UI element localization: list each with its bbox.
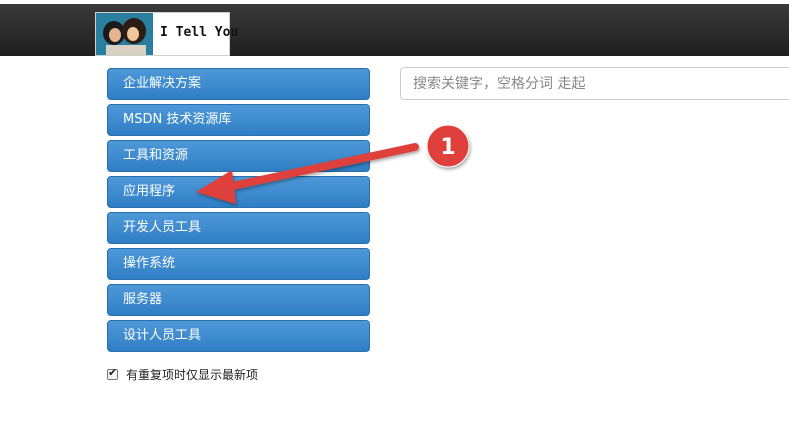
sidebar-item-enterprise-solutions[interactable]: 企业解决方案 [107,68,370,100]
sidebar-item-label: 服务器 [123,292,163,307]
sidebar-item-label: 工具和资源 [123,148,189,163]
sidebar-item-operating-systems[interactable]: 操作系统 [107,248,370,280]
sidebar-item-label: 企业解决方案 [123,76,202,91]
sidebar-item-developer-tools[interactable]: 开发人员工具 [107,212,370,244]
latest-only-filter: ✔ 有重复项时仅显示最新项 [107,366,258,382]
category-sidebar: 企业解决方案 MSDN 技术资源库 工具和资源 应用程序 开发人员工具 操作系统… [107,68,370,356]
sidebar-item-label: 开发人员工具 [123,220,202,235]
sidebar-item-msdn-library[interactable]: MSDN 技术资源库 [107,104,370,136]
sidebar-item-applications[interactable]: 应用程序 [107,176,370,208]
latest-only-label: 有重复项时仅显示最新项 [126,367,259,382]
search-input[interactable] [400,67,789,100]
sidebar-item-tools-resources[interactable]: 工具和资源 [107,140,370,172]
sidebar-item-label: MSDN 技术资源库 [123,112,232,127]
sidebar-item-servers[interactable]: 服务器 [107,284,370,316]
logo-text: I Tell You [160,25,239,40]
annotation-badge-number: 1 [440,135,455,160]
latest-only-checkbox[interactable]: ✔ [107,365,118,380]
top-navbar: I Tell You [0,0,789,56]
sidebar-item-label: 设计人员工具 [123,328,202,343]
sidebar-item-label: 应用程序 [123,184,176,199]
sidebar-item-label: 操作系统 [123,256,176,271]
logo-photo [96,13,153,55]
checkmark-icon: ✔ [108,365,118,379]
annotation-badge: 1 [426,124,470,168]
site-logo[interactable]: I Tell You [95,12,238,56]
sidebar-item-designer-tools[interactable]: 设计人员工具 [107,320,370,352]
